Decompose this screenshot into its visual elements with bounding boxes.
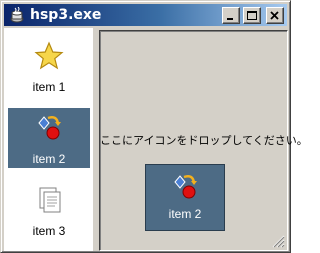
shapes-icon (38, 116, 61, 140)
app-window: hsp3.exe item 1 item 2 item 3 ここにアイコンをドロ… (0, 0, 308, 253)
list-item-label: item 3 (32, 224, 66, 238)
dropped-item[interactable]: item 2 (145, 164, 225, 231)
shapes-icon (174, 175, 197, 199)
list-item-selected[interactable]: item 2 (8, 108, 90, 168)
resize-grip-icon[interactable] (272, 235, 285, 248)
drop-message: ここにアイコンをドロップしてください。 (100, 135, 308, 147)
client-area: item 1 item 2 item 3 ここにアイコンをドロップしてください。… (4, 28, 308, 251)
document-icon (39, 187, 61, 213)
dropped-item-label: item 2 (168, 207, 202, 221)
list-item[interactable]: item 1 (8, 36, 90, 98)
list-item-label: item 1 (32, 80, 66, 94)
drop-area[interactable]: ここにアイコンをドロップしてください。 item 2 (99, 30, 308, 251)
close-button[interactable] (266, 7, 284, 24)
close-icon (270, 11, 279, 20)
list-item-label: item 2 (32, 152, 66, 166)
app-icon (10, 7, 24, 23)
maximize-icon (247, 11, 257, 20)
star-icon (34, 41, 64, 70)
icon-listview[interactable]: item 1 item 2 item 3 (4, 28, 93, 251)
minimize-icon (227, 18, 233, 20)
title-bar[interactable]: hsp3.exe (4, 4, 287, 26)
maximize-button[interactable] (243, 7, 261, 24)
window-title: hsp3.exe (30, 7, 102, 23)
list-item[interactable]: item 3 (8, 180, 90, 242)
minimize-button[interactable] (222, 7, 240, 24)
